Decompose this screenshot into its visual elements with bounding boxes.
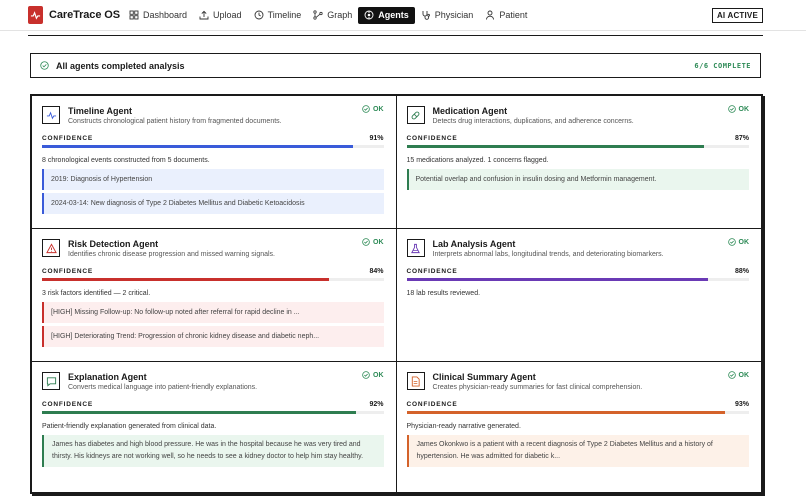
agent-summary: 18 lab results reviewed.	[406, 290, 481, 297]
confidence-bar-fill	[406, 411, 726, 414]
agent-title: Explanation Agent	[68, 372, 147, 382]
status-text: All agents completed analysis	[56, 60, 185, 71]
agent-summary: 15 medications analyzed. 1 concerns flag…	[406, 157, 549, 164]
nav-agents[interactable]: Agents	[358, 6, 415, 24]
agent-card-timeline[interactable]: Timeline Agent Constructs chronological …	[32, 96, 397, 229]
confidence-value: 87%	[734, 135, 749, 142]
confidence-label: CONFIDENCE	[406, 135, 458, 142]
agent-status: OK	[727, 371, 749, 379]
agent-title: Timeline Agent	[68, 106, 133, 116]
agent-title: Lab Analysis Agent	[432, 239, 516, 249]
agent-status: OK	[362, 238, 384, 246]
agents-icon	[364, 10, 374, 20]
confidence-bar-fill	[42, 145, 353, 148]
confidence-bar	[406, 145, 749, 148]
agent-card-risk-detection[interactable]: Risk Detection Agent Identifies chronic …	[32, 229, 397, 362]
agent-summary: Patient-friendly explanation generated f…	[42, 423, 217, 430]
confidence-label: CONFIDENCE	[42, 268, 93, 275]
confidence-bar-fill	[406, 145, 705, 148]
stethoscope-icon	[422, 11, 430, 20]
confidence-bar-fill	[42, 411, 357, 414]
chat-icon	[42, 372, 60, 390]
warning-icon	[42, 239, 60, 257]
check-circle-icon	[727, 238, 736, 246]
agent-status: OK	[727, 105, 749, 113]
agents-grid: Timeline Agent Constructs chronological …	[30, 94, 763, 494]
brand[interactable]: CareTrace OS	[28, 6, 120, 24]
agent-card-clinical-summary[interactable]: Clinical Summary Agent Creates physician…	[397, 362, 762, 492]
finding-item: [HIGH] Deteriorating Trend: Progression …	[42, 326, 384, 347]
agent-description: Constructs chronological patient history…	[68, 118, 282, 125]
document-icon	[406, 372, 425, 390]
finding-item: James has diabetes and high blood pressu…	[42, 435, 384, 467]
nav-patient[interactable]: Patient	[479, 7, 533, 24]
agent-summary: Physician-ready narrative generated.	[406, 423, 521, 430]
confidence-label: CONFIDENCE	[42, 135, 93, 142]
agent-description: Interprets abnormal labs, longitudinal t…	[432, 251, 664, 258]
agent-status: OK	[727, 238, 749, 246]
nav-dashboard[interactable]: Dashboard	[123, 7, 193, 24]
graph-icon	[313, 10, 323, 20]
agent-title: Risk Detection Agent	[68, 239, 159, 249]
nav-timeline[interactable]: Timeline	[248, 7, 308, 24]
ai-status-badge: AI ACTIVE	[711, 8, 763, 23]
confidence-value: 84%	[369, 268, 384, 275]
agent-description: Creates physician-ready summaries for fa…	[432, 384, 643, 391]
confidence-bar	[406, 278, 749, 281]
finding-item: 2024-03-14: New diagnosis of Type 2 Diab…	[42, 193, 384, 214]
confidence-bar	[42, 278, 384, 281]
heartbeat-logo-icon	[28, 6, 44, 24]
agent-description: Converts medical language into patient-f…	[68, 384, 258, 391]
check-circle-icon	[362, 238, 370, 246]
confidence-value: 93%	[734, 401, 749, 408]
check-circle-icon	[362, 105, 370, 113]
status-banner: All agents completed analysis 6/6 COMPLE…	[30, 53, 761, 78]
completion-count: 6/6 COMPLETE	[694, 61, 751, 70]
confidence-bar	[42, 411, 384, 414]
nav-upload[interactable]: Upload	[193, 7, 248, 24]
check-circle-icon	[727, 371, 736, 379]
agent-summary: 3 risk factors identified — 2 critical.	[42, 290, 151, 297]
pill-icon	[406, 106, 425, 124]
confidence-value: 88%	[734, 268, 749, 275]
top-nav: CareTrace OS Dashboard Upload Timeline G…	[0, 0, 806, 31]
agent-card-lab-analysis[interactable]: Lab Analysis Agent Interprets abnormal l…	[396, 229, 761, 362]
finding-item: James Okonkwo is a patient with a recent…	[406, 435, 749, 467]
agent-card-explanation[interactable]: Explanation Agent Converts medical langu…	[32, 362, 397, 492]
agent-description: Identifies chronic disease progression a…	[68, 251, 275, 258]
confidence-bar	[42, 145, 384, 148]
agent-summary: 8 chronological events constructed from …	[42, 157, 210, 164]
clock-icon	[254, 10, 264, 20]
nav-graph[interactable]: Graph	[307, 7, 358, 24]
confidence-label: CONFIDENCE	[42, 401, 93, 408]
agent-card-medication[interactable]: Medication Agent Detects drug interactio…	[396, 96, 761, 229]
agent-title: Clinical Summary Agent	[432, 372, 536, 382]
finding-item: 2019: Diagnosis of Hypertension	[42, 169, 384, 190]
check-circle-icon	[40, 61, 49, 70]
confidence-value: 92%	[369, 401, 384, 408]
confidence-bar-fill	[42, 278, 329, 281]
flask-icon	[406, 239, 425, 257]
divider	[28, 35, 763, 36]
confidence-bar	[406, 411, 749, 414]
dashboard-icon	[129, 10, 139, 20]
check-circle-icon	[727, 105, 736, 113]
pulse-icon	[42, 106, 60, 124]
app-name: CareTrace OS	[49, 9, 120, 21]
upload-icon	[199, 10, 209, 20]
agent-status: OK	[362, 105, 384, 113]
person-icon	[486, 10, 495, 20]
nav-physician[interactable]: Physician	[415, 7, 480, 24]
finding-item: [HIGH] Missing Follow-up: No follow-up n…	[42, 302, 384, 323]
agent-description: Detects drug interactions, duplications,…	[432, 118, 634, 125]
confidence-label: CONFIDENCE	[406, 268, 458, 275]
confidence-label: CONFIDENCE	[406, 401, 458, 408]
agent-title: Medication Agent	[432, 106, 508, 116]
finding-item: Potential overlap and confusion in insul…	[406, 169, 749, 190]
confidence-bar-fill	[406, 278, 708, 281]
check-circle-icon	[362, 371, 370, 379]
agent-status: OK	[362, 371, 384, 379]
confidence-value: 91%	[369, 135, 384, 142]
